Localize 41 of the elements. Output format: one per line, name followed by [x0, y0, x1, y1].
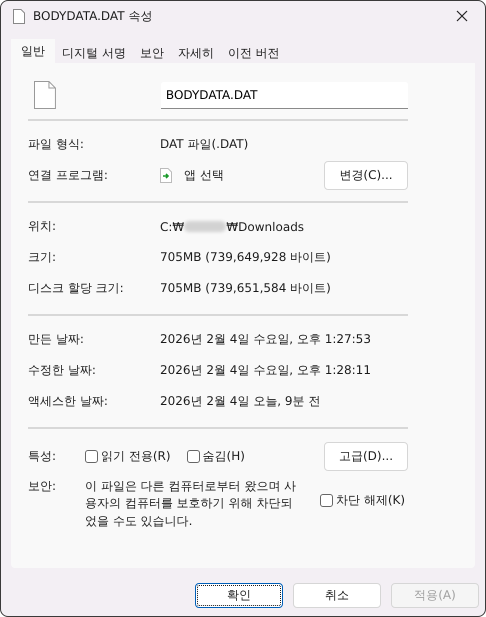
security-message: 이 파일은 다른 컴퓨터로부터 왔으며 사용자의 컴퓨터를 보호하기 위해 차단되었을 수도 있습니다.: [85, 478, 298, 530]
tab[interactable]: 이전 버전: [220, 41, 287, 63]
field-label: 보안:: [28, 478, 58, 495]
field-label: 파일 형식:: [28, 136, 85, 153]
checkbox-label: 숨김(H): [202, 448, 245, 465]
close-icon: [456, 10, 468, 22]
field-label: 만든 날짜:: [28, 331, 85, 348]
field-label: 크기:: [28, 249, 58, 266]
field-value: 705MB (739,651,584 바이트): [160, 280, 331, 297]
field-label: 디스크 할당 크기:: [28, 280, 125, 297]
checkbox[interactable]: [320, 494, 333, 507]
app-icon: [160, 168, 172, 183]
checkbox[interactable]: [186, 450, 200, 463]
file-icon: [13, 8, 25, 24]
dialog-button[interactable]: 취소: [293, 583, 381, 608]
change-button[interactable]: 변경(C)...: [324, 161, 408, 190]
field-value: 2026년 2월 4일 수요일, 오후 1:28:11: [160, 362, 371, 379]
file-icon: [34, 81, 56, 109]
field-value: 2026년 2월 4일 수요일, 오후 1:27:53: [160, 331, 371, 348]
field-value: ₩Downloads: [226, 220, 304, 234]
field-value: 2026년 2월 4일 오늘, 9분 전: [160, 393, 320, 410]
advanced-button[interactable]: 고급(D)...: [324, 442, 408, 471]
tab[interactable]: 디지털 서명: [55, 41, 133, 63]
field-value: C:₩: [160, 220, 184, 234]
file-name-field[interactable]: BODYDATA.DAT: [160, 82, 408, 108]
field-value: 앱 선택: [184, 167, 225, 184]
checkbox-label: 읽기 전용(R): [101, 448, 171, 465]
field-label: 액세스한 날짜:: [28, 393, 109, 410]
checkbox-label: 차단 해제(K): [336, 492, 406, 509]
tab[interactable]: 보안: [132, 41, 171, 63]
field-label: 수정한 날짜:: [28, 362, 97, 379]
field-value: 705MB (739,649,928 바이트): [160, 249, 331, 266]
field-label: 특성:: [28, 448, 58, 465]
tab[interactable]: 일반: [11, 39, 55, 65]
tab[interactable]: 자세히: [170, 41, 221, 63]
checkbox[interactable]: [85, 450, 98, 463]
field-value: DAT 파일(.DAT): [160, 136, 248, 153]
field-label: 위치:: [28, 218, 58, 235]
field-label: 연결 프로그램:: [28, 167, 109, 184]
dialog-button[interactable]: 확인: [195, 583, 283, 608]
window-title: BODYDATA.DAT 속성: [33, 8, 154, 24]
